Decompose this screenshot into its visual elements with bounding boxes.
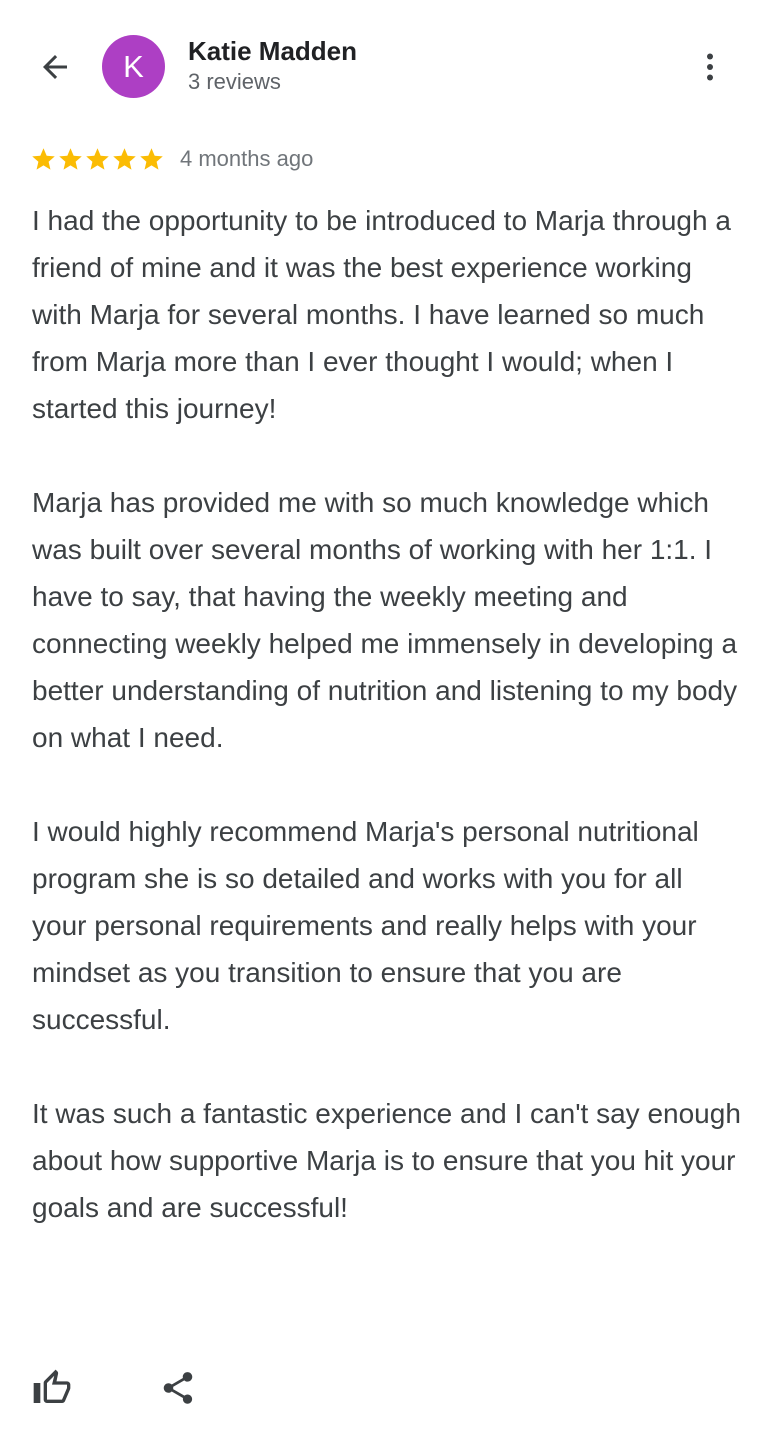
arrow-back-icon (43, 55, 67, 79)
star-icon (86, 147, 109, 170)
avatar[interactable]: K (102, 35, 165, 98)
star-icon (113, 147, 136, 170)
share-icon (163, 1372, 193, 1404)
review-text: I had the opportunity to be introduced t… (32, 197, 744, 1278)
more-vert-icon (707, 53, 713, 81)
avatar-letter: K (123, 48, 144, 84)
share-button[interactable] (156, 1366, 200, 1410)
reviewer-name[interactable]: Katie Madden (188, 36, 357, 67)
review-header: K Katie Madden 3 reviews (0, 0, 765, 130)
more-options-button[interactable] (690, 44, 730, 90)
review-paragraph: Marja has provided me with so much knowl… (32, 487, 738, 753)
review-date: 4 months ago (180, 146, 314, 171)
review-paragraph: I had the opportunity to be introduced t… (32, 205, 731, 424)
like-button[interactable] (30, 1366, 74, 1410)
review-actions (0, 1360, 765, 1420)
review-paragraph: It was such a fantastic experience and I… (32, 1098, 741, 1223)
review-count: 3 reviews (188, 69, 281, 94)
review-paragraph: I would highly recommend Marja's persona… (32, 816, 699, 1035)
star-icon (59, 147, 82, 170)
thumb-up-icon (33, 1369, 71, 1403)
star-icon (32, 147, 55, 170)
star-rating (30, 146, 165, 173)
star-icon (140, 147, 163, 170)
rating-row: 4 months ago (30, 142, 313, 176)
back-button[interactable] (30, 44, 80, 90)
